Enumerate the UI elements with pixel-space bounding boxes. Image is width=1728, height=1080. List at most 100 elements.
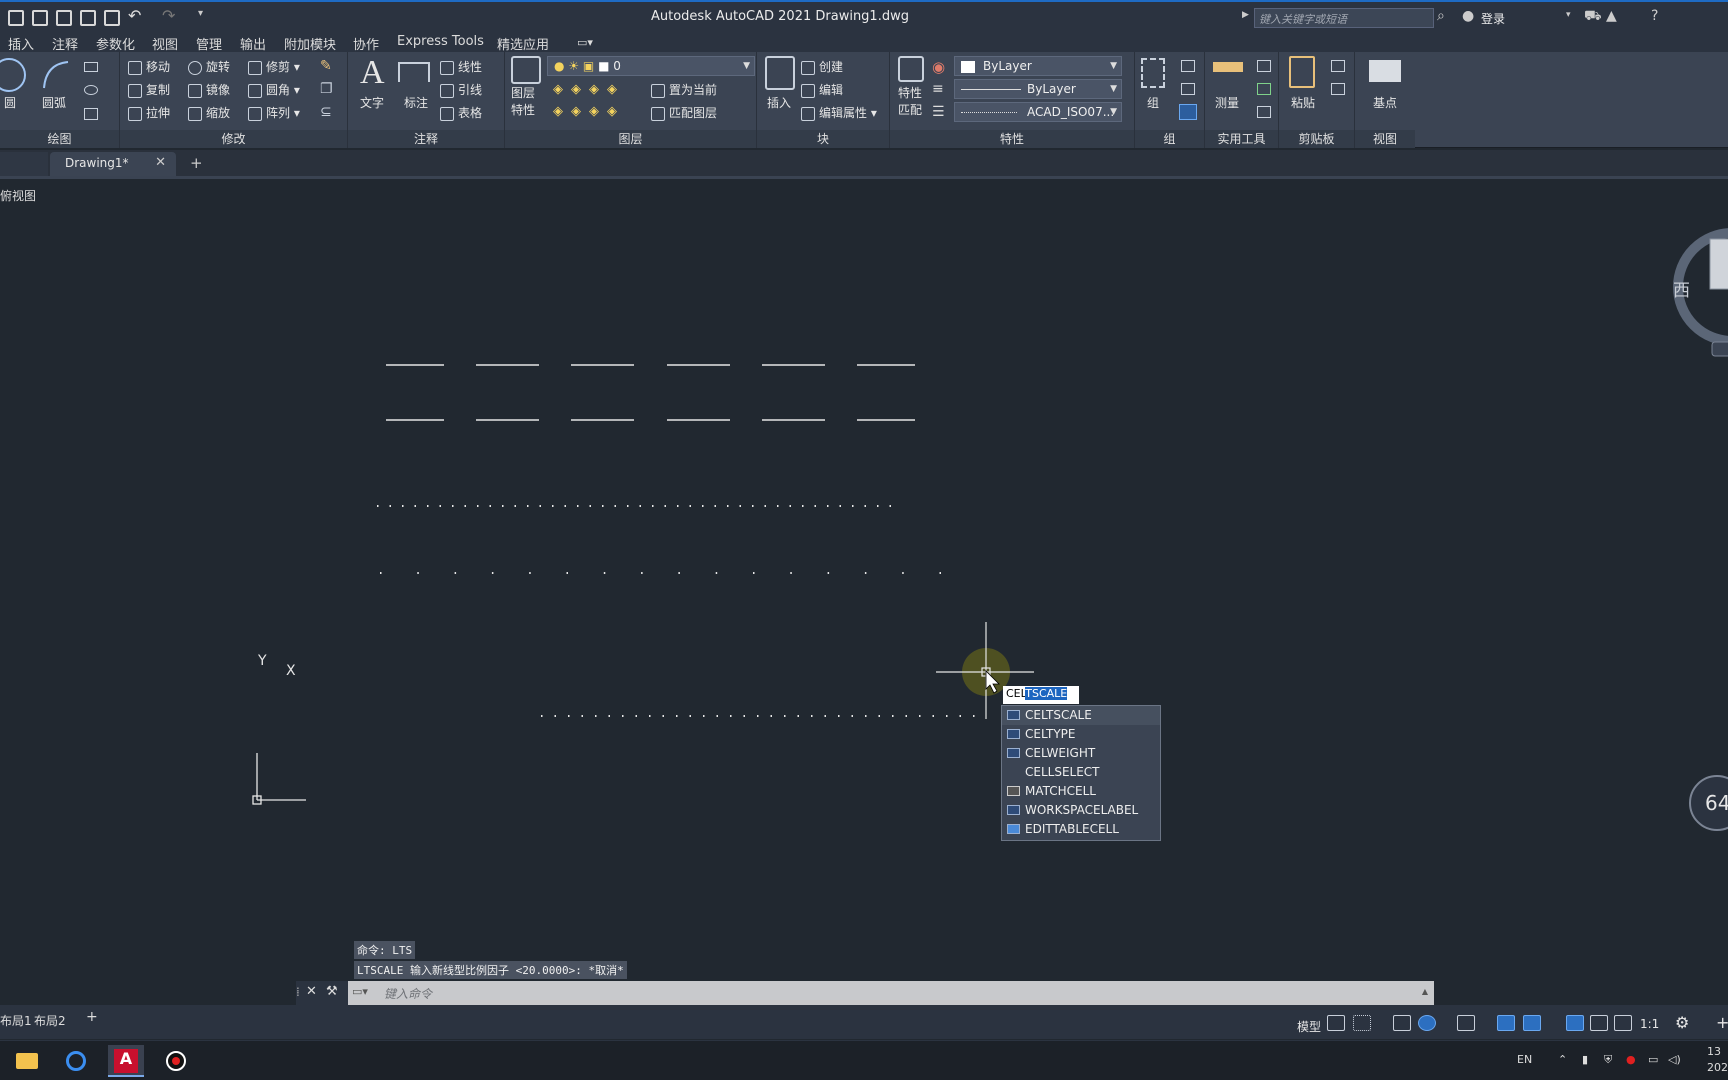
- paste-icon[interactable]: [1289, 56, 1315, 88]
- recorder-app-icon[interactable]: [158, 1045, 194, 1077]
- ungroup-icon[interactable]: [1181, 60, 1195, 72]
- circle-icon[interactable]: [0, 58, 26, 92]
- dimension-icon[interactable]: [398, 62, 430, 82]
- dynamic-input[interactable]: CELTSCALE: [1003, 686, 1079, 704]
- autocomplete-item[interactable]: MATCHCELL: [1002, 782, 1160, 801]
- new-tab-button[interactable]: +: [190, 154, 203, 172]
- login-link[interactable]: 登录: [1481, 10, 1505, 27]
- dimension-button[interactable]: 标注: [404, 94, 428, 111]
- ortho-icon[interactable]: [1393, 1015, 1411, 1031]
- shield-icon[interactable]: ⛨: [1604, 1053, 1612, 1067]
- record-icon[interactable]: ●: [1626, 1053, 1636, 1066]
- annotation-scale-icon[interactable]: [1614, 1015, 1632, 1031]
- tab-layout2[interactable]: 布局2: [34, 1012, 66, 1029]
- auto-scale-icon[interactable]: [1590, 1015, 1608, 1031]
- chevron-down-icon[interactable]: ▾: [1566, 10, 1571, 20]
- arc-icon[interactable]: [40, 58, 70, 92]
- layer-tools-row-1[interactable]: ◈◈◈◈: [553, 82, 625, 97]
- groups-panel-title[interactable]: 组: [1135, 130, 1204, 148]
- layers-panel-title[interactable]: 图层: [505, 130, 756, 148]
- lineweight-combo[interactable]: ByLayer ▼: [954, 79, 1122, 99]
- modify-panel-title[interactable]: 修改: [120, 130, 347, 148]
- tab-addins[interactable]: 附加模块: [284, 34, 336, 53]
- undo-icon[interactable]: ↶: [128, 6, 141, 25]
- select-all-icon[interactable]: [1257, 83, 1271, 95]
- scale-button[interactable]: 缩放: [188, 104, 230, 121]
- autodesk-app-icon[interactable]: ▲: [1606, 8, 1617, 24]
- customize-icon[interactable]: +: [1716, 1013, 1728, 1032]
- block-panel-title[interactable]: 块: [757, 130, 889, 148]
- layer-tools-row-2[interactable]: ◈◈◈◈: [553, 104, 625, 119]
- measure-button[interactable]: 测量: [1215, 94, 1239, 111]
- customize-qat-icon[interactable]: ▾: [198, 8, 203, 19]
- chevron-up-icon[interactable]: ⌃: [1558, 1053, 1567, 1066]
- tab-drawing1[interactable]: Drawing1* ✕: [50, 152, 176, 176]
- edit-block-button[interactable]: 编辑: [801, 81, 843, 98]
- group-icon[interactable]: [1141, 58, 1165, 88]
- layer-combo[interactable]: ● ☀ ▣ ■ 0 ▼: [547, 56, 755, 76]
- model-space-button[interactable]: 模型: [1297, 1018, 1321, 1035]
- tab-view[interactable]: 视图: [152, 34, 178, 53]
- stretch-button[interactable]: 拉伸: [128, 104, 170, 121]
- annotation-panel-title[interactable]: 注释: [348, 130, 504, 148]
- settings-app-icon[interactable]: [58, 1045, 94, 1077]
- autocomplete-item[interactable]: CELTSCALE: [1002, 706, 1160, 725]
- array-button[interactable]: 阵列 ▾: [248, 104, 300, 121]
- match-properties-icon[interactable]: [898, 56, 924, 82]
- mirror-button[interactable]: 镜像: [188, 81, 230, 98]
- clock-date[interactable]: 202: [1707, 1061, 1728, 1074]
- volume-icon[interactable]: ◁): [1668, 1053, 1681, 1066]
- tab-manage[interactable]: 管理: [196, 34, 222, 53]
- tab-collaborate[interactable]: 协作: [353, 34, 379, 53]
- cut-icon[interactable]: [1331, 60, 1345, 72]
- close-icon[interactable]: ✕: [306, 984, 317, 999]
- start-tab[interactable]: [0, 152, 48, 176]
- redo-icon[interactable]: ↷: [162, 6, 175, 25]
- linear-button[interactable]: 线性: [440, 58, 482, 75]
- draw-panel-title[interactable]: 绘图: [0, 130, 119, 148]
- new-icon[interactable]: [8, 10, 24, 26]
- calculator-icon[interactable]: [1257, 106, 1271, 118]
- properties-panel-title[interactable]: 特性: [890, 130, 1134, 148]
- nav-wheel-value[interactable]: 64: [1705, 791, 1728, 815]
- text-button[interactable]: 文字: [360, 94, 384, 111]
- autocomplete-item[interactable]: EDITTABLECELL: [1002, 820, 1160, 839]
- chevron-right-icon[interactable]: ▶: [1242, 10, 1249, 20]
- table-button[interactable]: 表格: [440, 104, 482, 121]
- measure-icon[interactable]: [1213, 62, 1243, 72]
- drawing-canvas[interactable]: 俯视图 X Y 西 64: [0, 176, 1728, 998]
- grip-icon[interactable]: ⁞: [296, 985, 300, 999]
- group-button[interactable]: 组: [1147, 94, 1159, 111]
- file-explorer-icon[interactable]: [8, 1045, 44, 1077]
- autocomplete-item[interactable]: CELWEIGHT: [1002, 744, 1160, 763]
- command-line-handle[interactable]: ⁞ ✕ ⚒: [296, 981, 348, 1005]
- quick-select-icon[interactable]: [1257, 60, 1271, 72]
- layer-properties-icon[interactable]: [511, 56, 541, 84]
- insert-icon[interactable]: [765, 56, 795, 90]
- create-block-button[interactable]: 创建: [801, 58, 843, 75]
- match-layer-button[interactable]: 匹配图层: [651, 104, 717, 121]
- object-snap-tracking-icon[interactable]: [1497, 1015, 1515, 1031]
- base-point-button[interactable]: 基点: [1373, 94, 1397, 111]
- viewcube-west-label[interactable]: 西: [1673, 276, 1690, 301]
- linetype-combo[interactable]: ACAD_ISO07... ▼: [954, 102, 1122, 122]
- text-icon[interactable]: A: [360, 54, 385, 92]
- autocad-app-icon[interactable]: A: [108, 1045, 144, 1077]
- save-as-icon[interactable]: [80, 10, 96, 26]
- ribbon-toggle-icon[interactable]: ▭▾: [577, 36, 593, 49]
- add-layout-button[interactable]: +: [86, 1009, 98, 1025]
- set-current-button[interactable]: 置为当前: [651, 81, 717, 98]
- close-icon[interactable]: ✕: [155, 155, 166, 170]
- hatch-icon[interactable]: [84, 108, 98, 120]
- arc-button[interactable]: 圆弧: [42, 94, 66, 111]
- ellipse-icon[interactable]: [84, 85, 98, 95]
- circle-button[interactable]: 圆: [4, 94, 16, 111]
- rotate-button[interactable]: 旋转: [188, 58, 230, 75]
- cart-icon[interactable]: ⛟: [1584, 8, 1602, 26]
- tab-parametric[interactable]: 参数化: [96, 34, 135, 53]
- utilities-panel-title[interactable]: 实用工具: [1205, 130, 1278, 148]
- annotation-scale-value[interactable]: 1:1: [1640, 1017, 1659, 1031]
- command-input[interactable]: ▭▾ 键入命令 ▲: [348, 981, 1434, 1005]
- match-properties-button[interactable]: 特性 匹配: [898, 84, 922, 118]
- tab-output[interactable]: 输出: [240, 34, 266, 53]
